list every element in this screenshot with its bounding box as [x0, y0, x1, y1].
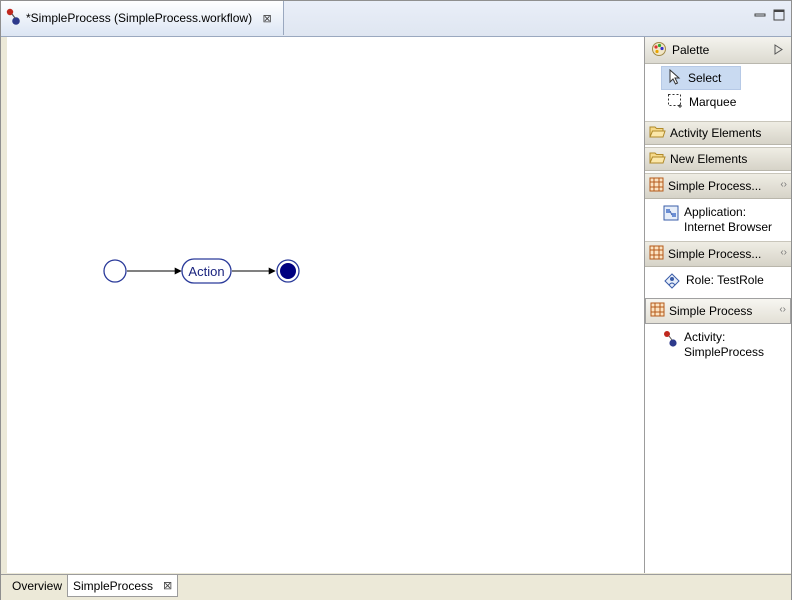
palette-icon — [651, 41, 667, 60]
palette-entry-label: Application: Internet Browser — [684, 205, 773, 234]
drawer-new-elements[interactable]: New Elements — [645, 147, 791, 171]
drag-handle-icon[interactable]: ‹› — [780, 247, 787, 258]
start-node[interactable] — [103, 259, 127, 283]
minimize-icon[interactable] — [753, 9, 766, 21]
palette-entry-label: Role: TestRole — [686, 273, 764, 287]
tab-simpleprocess[interactable]: SimpleProcess ⊠ — [67, 575, 179, 597]
select-tool[interactable]: Select — [661, 66, 741, 90]
drawer-label: Activity Elements — [670, 126, 762, 140]
action-node-label: Action — [188, 264, 224, 279]
folder-icon — [649, 151, 666, 167]
role-icon — [663, 273, 681, 292]
editor-tab[interactable]: *SimpleProcess (SimpleProcess.workflow) … — [1, 1, 284, 35]
group-simple-process-application[interactable]: Simple Process... ‹› — [645, 173, 791, 199]
close-icon[interactable]: ⊠ — [163, 579, 172, 592]
maximize-icon[interactable] — [772, 9, 785, 21]
page-tab-bar: Overview SimpleProcess ⊠ — [1, 574, 791, 600]
tab-label: Overview — [12, 579, 63, 593]
palette-entry-activity[interactable]: Activity: SimpleProcess — [645, 324, 791, 366]
tab-overview[interactable]: Overview — [7, 575, 67, 597]
group-label: Simple Process... — [668, 179, 762, 193]
grid-frame-icon — [649, 245, 664, 263]
end-node-core — [280, 263, 296, 279]
palette-entry-label: Activity: SimpleProcess — [684, 330, 765, 359]
collapse-arrow-icon[interactable] — [774, 44, 783, 58]
group-label: Simple Process — [669, 304, 753, 318]
editor-tab-title: *SimpleProcess (SimpleProcess.workflow) — [26, 11, 253, 25]
arrow-pointer-icon — [668, 68, 682, 88]
drag-handle-icon[interactable]: ‹› — [780, 179, 787, 190]
application-icon — [663, 205, 679, 224]
folder-icon — [649, 125, 666, 141]
grid-frame-icon — [649, 177, 664, 195]
select-tool-label: Select — [688, 71, 722, 85]
drawer-activity-elements[interactable]: Activity Elements — [645, 121, 791, 145]
workflow-file-icon — [5, 8, 23, 29]
editor-tab-bar: *SimpleProcess (SimpleProcess.workflow) … — [1, 1, 791, 37]
drawer-label: New Elements — [670, 152, 748, 166]
palette-header[interactable]: Palette — [645, 37, 791, 64]
diagram-canvas[interactable]: Action — [7, 37, 645, 573]
activity-icon — [663, 330, 679, 351]
group-label: Simple Process... — [668, 247, 762, 261]
drag-handle-icon[interactable]: ‹› — [779, 304, 786, 315]
diagram-svg: Action — [103, 258, 300, 284]
tab-label: SimpleProcess — [73, 578, 154, 593]
editor-window: *SimpleProcess (SimpleProcess.workflow) … — [0, 0, 792, 600]
palette-entry-application[interactable]: Application: Internet Browser — [645, 199, 791, 241]
marquee-tool[interactable]: Marquee — [661, 90, 741, 114]
marquee-tool-label: Marquee — [689, 95, 737, 109]
palette-title: Palette — [672, 43, 710, 57]
group-simple-process-role[interactable]: Simple Process... ‹› — [645, 241, 791, 267]
grid-frame-icon — [650, 302, 665, 320]
marquee-icon — [667, 93, 683, 112]
palette: Palette Select Marquee Activity Elements… — [645, 37, 791, 573]
close-icon[interactable]: ⊠ — [260, 11, 274, 25]
group-simple-process-activity[interactable]: Simple Process ‹› — [645, 298, 791, 324]
window-controls — [753, 9, 785, 21]
palette-entry-role[interactable]: Role: TestRole — [645, 267, 791, 298]
